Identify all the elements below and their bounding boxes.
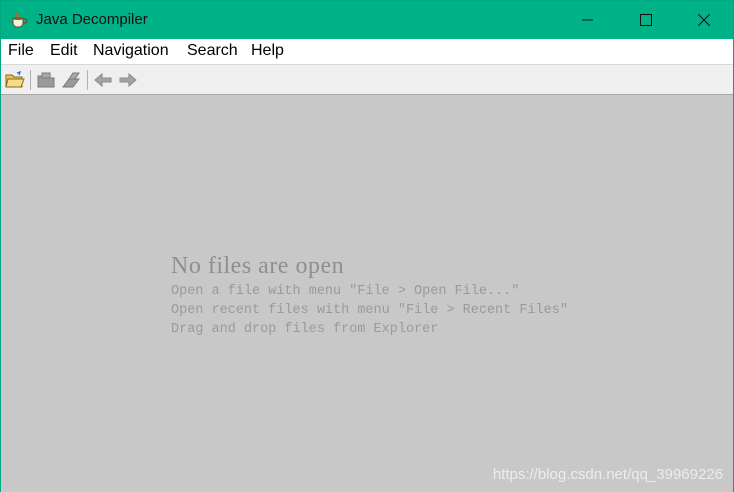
empty-state-title: No files are open <box>171 253 345 279</box>
app-window: Java Decompiler File Edit Navigation Sea… <box>0 0 734 492</box>
empty-state: No files are open Open a file with menu … <box>171 253 568 339</box>
menu-bar: File Edit Navigation Search Help <box>1 39 733 65</box>
menu-help[interactable]: Help <box>251 42 284 60</box>
open-file-button[interactable] <box>4 69 26 91</box>
open-folder-icon <box>5 71 25 88</box>
maximize-button[interactable] <box>621 1 671 39</box>
close-icon <box>698 14 710 26</box>
menu-search[interactable]: Search <box>187 42 238 60</box>
hint-recent-files: Open recent files with menu "File > Rece… <box>171 303 568 318</box>
title-bar[interactable]: Java Decompiler <box>1 1 733 39</box>
menu-navigation[interactable]: Navigation <box>93 42 169 60</box>
hint-open-file: Open a file with menu "File > Open File.… <box>171 284 520 299</box>
save-icon <box>37 72 55 88</box>
minimize-icon <box>582 19 593 21</box>
save-all-icon <box>62 72 80 88</box>
forward-button[interactable] <box>117 69 139 91</box>
forward-arrow-icon <box>119 72 137 88</box>
watermark: https://blog.csdn.net/qq_39969226 <box>492 466 723 483</box>
toolbar-separator <box>30 70 31 90</box>
save-all-button[interactable] <box>60 69 82 91</box>
close-button[interactable] <box>679 1 729 39</box>
toolbar-separator <box>87 70 88 90</box>
hint-drag-drop: Drag and drop files from Explorer <box>171 322 439 337</box>
coffee-cup-icon <box>11 12 29 28</box>
window-title: Java Decompiler <box>36 11 148 28</box>
minimize-button[interactable] <box>563 1 613 39</box>
menu-file[interactable]: File <box>8 42 34 60</box>
maximize-icon <box>640 14 652 26</box>
menu-edit[interactable]: Edit <box>50 42 78 60</box>
save-button[interactable] <box>35 69 57 91</box>
main-panel[interactable]: No files are open Open a file with menu … <box>1 96 733 492</box>
back-button[interactable] <box>92 69 114 91</box>
toolbar <box>1 65 733 95</box>
back-arrow-icon <box>94 72 112 88</box>
